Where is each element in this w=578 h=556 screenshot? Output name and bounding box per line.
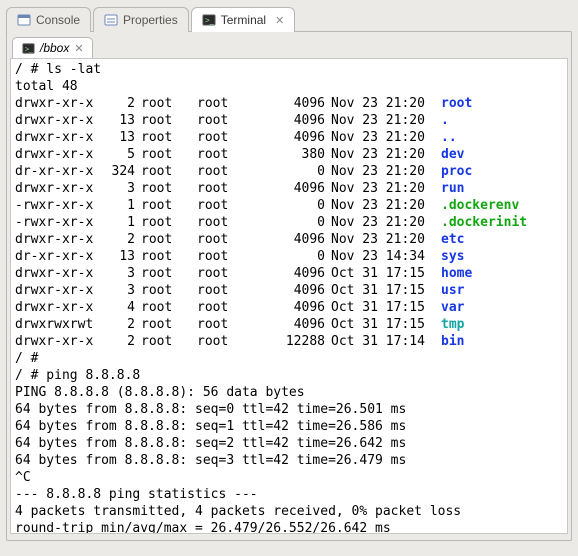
ls-filename: . <box>441 113 449 128</box>
ls-filename: usr <box>441 283 464 298</box>
session-tab-label: /bbox <box>40 41 69 55</box>
terminal-output[interactable]: / # ls -lattotal 48drwxr-xr-x2rootroot40… <box>10 58 568 534</box>
tab-properties[interactable]: Properties <box>93 7 189 32</box>
ls-filename: proc <box>441 164 472 179</box>
tab-properties-label: Properties <box>123 13 178 27</box>
ls-row: -rwxr-xr-x1rootroot0Nov 23 21:20.dockeri… <box>15 214 563 231</box>
view-tab-bar: Console Properties >_ Terminal ✕ <box>0 0 578 31</box>
close-icon[interactable]: ✕ <box>74 42 83 55</box>
ls-row: drwxr-xr-x13rootroot4096Nov 23 21:20. <box>15 112 563 129</box>
properties-icon <box>104 13 118 27</box>
ls-row: -rwxr-xr-x1rootroot0Nov 23 21:20.dockere… <box>15 197 563 214</box>
svg-text:>_: >_ <box>205 16 215 25</box>
ls-filename: .. <box>441 130 457 145</box>
ls-row: dr-xr-xr-x324rootroot0Nov 23 21:20proc <box>15 163 563 180</box>
ls-filename: home <box>441 266 472 281</box>
terminal-pane: >_ /bbox ✕ / # ls -lattotal 48drwxr-xr-x… <box>6 31 572 541</box>
ls-filename: .dockerenv <box>441 198 519 213</box>
ls-filename: dev <box>441 147 464 162</box>
ls-filename: bin <box>441 334 464 349</box>
console-icon <box>17 13 31 27</box>
ls-filename: sys <box>441 249 464 264</box>
ls-row: drwxr-xr-x3rootroot4096Nov 23 21:20run <box>15 180 563 197</box>
ls-filename: root <box>441 96 472 111</box>
ls-row: drwxr-xr-x3rootroot4096Oct 31 17:15home <box>15 265 563 282</box>
ls-filename: etc <box>441 232 464 247</box>
ls-filename: var <box>441 300 464 315</box>
ls-filename: tmp <box>441 317 464 332</box>
terminal-icon: >_ <box>202 13 216 27</box>
close-icon[interactable]: ✕ <box>275 14 284 27</box>
ls-row: drwxr-xr-x2rootroot4096Nov 23 21:20etc <box>15 231 563 248</box>
ls-row: drwxr-xr-x4rootroot4096Oct 31 17:15var <box>15 299 563 316</box>
session-tab-bar: >_ /bbox ✕ <box>10 35 568 58</box>
tab-console[interactable]: Console <box>6 7 91 32</box>
ls-row: drwxr-xr-x3rootroot4096Oct 31 17:15usr <box>15 282 563 299</box>
ls-row: dr-xr-xr-x13rootroot0Nov 23 14:34sys <box>15 248 563 265</box>
ls-filename: .dockerinit <box>441 215 527 230</box>
ls-row: drwxr-xr-x13rootroot4096Nov 23 21:20.. <box>15 129 563 146</box>
ls-row: drwxr-xr-x2rootroot12288Oct 31 17:14bin <box>15 333 563 350</box>
ls-row: drwxr-xr-x2rootroot4096Nov 23 21:20root <box>15 95 563 112</box>
terminal-session-icon: >_ <box>21 41 35 55</box>
ls-row: drwxr-xr-x5rootroot380Nov 23 21:20dev <box>15 146 563 163</box>
ls-filename: run <box>441 181 464 196</box>
tab-terminal-label: Terminal <box>221 13 266 27</box>
svg-text:>_: >_ <box>24 44 32 53</box>
session-tab-bbox[interactable]: >_ /bbox ✕ <box>12 37 93 58</box>
ls-row: drwxrwxrwt2rootroot4096Oct 31 17:15tmp <box>15 316 563 333</box>
tab-terminal[interactable]: >_ Terminal ✕ <box>191 7 296 32</box>
tab-console-label: Console <box>36 13 80 27</box>
